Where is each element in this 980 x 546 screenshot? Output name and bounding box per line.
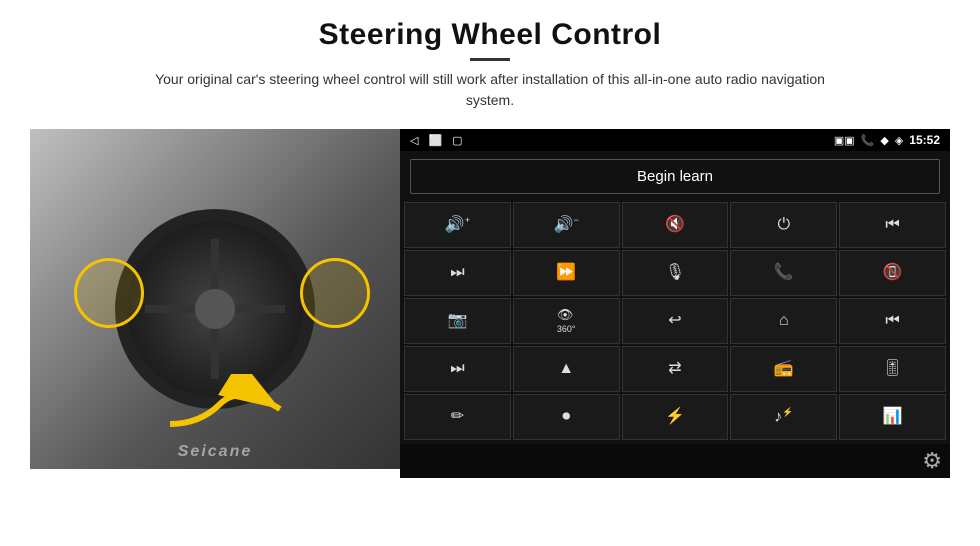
begin-learn-row: Begin learn [400, 151, 950, 202]
pen-button[interactable]: ✏ [404, 394, 511, 440]
record-icon: ⏺ [562, 409, 570, 425]
vol-up-button[interactable]: 🔊+ [404, 202, 511, 248]
next-button[interactable]: ⏭ [404, 250, 511, 296]
radio-button[interactable]: 📻 [730, 346, 837, 392]
main-content: Seicane ◁ ⬜ ▢ ▣▣ 📞 ◆ ◈ 15:52 [30, 129, 950, 469]
skip-fwd2-icon: ⏭ [450, 361, 464, 377]
vol-down-button[interactable]: 🔊− [513, 202, 620, 248]
back-button[interactable]: ↩ [622, 298, 729, 344]
home-nav-icon[interactable]: ⬜ [428, 134, 442, 147]
mic-button[interactable]: 🎙 [622, 250, 729, 296]
status-bar: ◁ ⬜ ▢ ▣▣ 📞 ◆ ◈ 15:52 [400, 129, 950, 151]
location-icon: ◆ [880, 134, 888, 147]
back-icon: ↩ [668, 313, 681, 329]
watermark: Seicane [178, 443, 252, 461]
music-icon: ♪⚡ [774, 408, 793, 425]
vol-mute-button[interactable]: 🔇 [622, 202, 729, 248]
vol-up-icon: 🔊+ [445, 216, 470, 233]
home-icon: ⌂ [779, 313, 789, 329]
nav-icon: ▲ [558, 361, 574, 377]
page-title: Steering Wheel Control [130, 18, 850, 52]
camera-button[interactable]: 📷 [404, 298, 511, 344]
home-button[interactable]: ⌂ [730, 298, 837, 344]
begin-learn-button[interactable]: Begin learn [410, 159, 940, 194]
phone-button[interactable]: 📞 [730, 250, 837, 296]
title-section: Steering Wheel Control Your original car… [130, 18, 850, 123]
prev-track-icon: ⏮ [885, 217, 899, 233]
music-button[interactable]: ♪⚡ [730, 394, 837, 440]
spectrum-button[interactable]: 📊 [839, 394, 946, 440]
bottom-bar: ⚙ [400, 444, 950, 478]
car-image-area: Seicane [30, 129, 400, 469]
hang-up-button[interactable]: 📵 [839, 250, 946, 296]
phone-status-icon: 📞 [861, 134, 875, 147]
vol-mute-icon: 🔇 [665, 217, 685, 233]
skip-fwd2-button[interactable]: ⏭ [404, 346, 511, 392]
hang-up-icon: 📵 [883, 265, 903, 281]
title-divider [470, 58, 510, 61]
recents-nav-icon[interactable]: ▢ [452, 134, 462, 147]
subtitle: Your original car's steering wheel contr… [130, 69, 850, 111]
spectrum-icon: 📊 [883, 409, 903, 425]
power-icon: ⏻ [777, 217, 790, 233]
next-icon: ⏭ [450, 265, 464, 281]
bluetooth-button[interactable]: ⚡ [622, 394, 729, 440]
swap-icon: ⇄ [668, 361, 681, 377]
pen-icon: ✏ [451, 409, 464, 425]
skip-back-icon: ⏮ [885, 313, 899, 329]
radio-icon: 📻 [774, 361, 794, 377]
wheel-center [195, 289, 235, 329]
skip-back-button[interactable]: ⏮ [839, 298, 946, 344]
power-button[interactable]: ⏻ [730, 202, 837, 248]
status-bar-right: ▣▣ 📞 ◆ ◈ 15:52 [834, 133, 940, 147]
view360-icon: 👁360° [557, 308, 576, 334]
page-container: Steering Wheel Control Your original car… [0, 0, 980, 546]
seek-fwd-button[interactable]: ⏩ [513, 250, 620, 296]
car-background: Seicane [30, 129, 400, 469]
wifi-icon: ◈ [895, 134, 903, 147]
phone-icon: 📞 [774, 265, 794, 281]
view360-button[interactable]: 👁360° [513, 298, 620, 344]
clock-display: 15:52 [909, 133, 940, 147]
seek-fwd-icon: ⏩ [556, 265, 576, 281]
eq-button[interactable]: 🎚 [839, 346, 946, 392]
back-nav-icon[interactable]: ◁ [410, 134, 418, 147]
mic-icon: 🎙 [665, 265, 685, 281]
direction-arrow-svg [160, 374, 290, 444]
camera-icon: 📷 [447, 313, 467, 329]
prev-track-button[interactable]: ⏮ [839, 202, 946, 248]
signal-icon: ▣▣ [834, 134, 855, 147]
highlight-circle-right [300, 258, 370, 328]
record-button[interactable]: ⏺ [513, 394, 620, 440]
swap-button[interactable]: ⇄ [622, 346, 729, 392]
vol-down-icon: 🔊− [554, 216, 579, 233]
bluetooth-icon: ⚡ [665, 409, 685, 425]
android-panel: ◁ ⬜ ▢ ▣▣ 📞 ◆ ◈ 15:52 Begin learn [400, 129, 950, 469]
controls-grid: 🔊+ 🔊− 🔇 ⏻ ⏮ ⏭ ⏩ [400, 202, 950, 444]
eq-icon: 🎚 [882, 361, 902, 377]
arrow-graphic [160, 374, 290, 449]
settings-button[interactable]: ⚙ [922, 448, 942, 474]
nav-button[interactable]: ▲ [513, 346, 620, 392]
status-bar-left: ◁ ⬜ ▢ [410, 134, 463, 147]
